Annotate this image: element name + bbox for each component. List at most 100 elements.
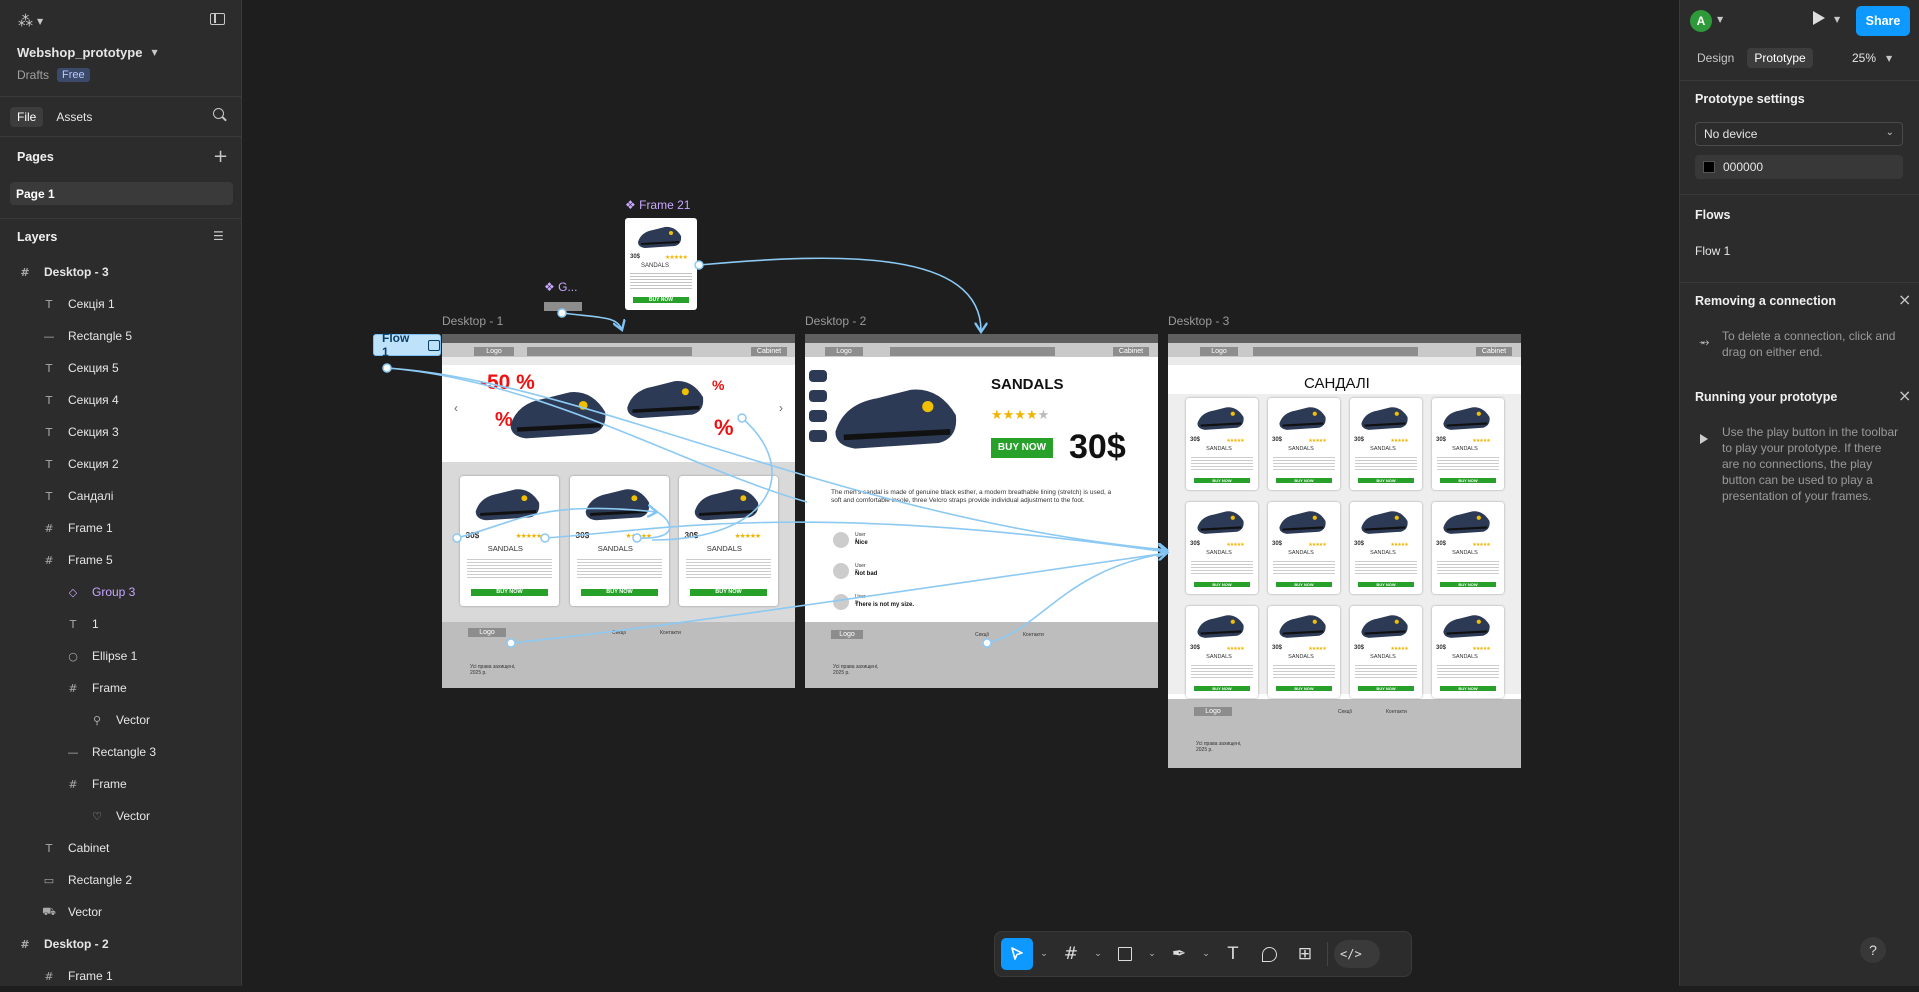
layer-item[interactable]: # Desktop - 3 — [0, 256, 241, 288]
footer-logo[interactable]: Logo — [1194, 707, 1232, 716]
cabinet-button[interactable]: Cabinet — [1476, 347, 1512, 356]
text-tool[interactable]: T — [1217, 938, 1249, 970]
actions-tool[interactable]: ⊞ — [1289, 938, 1321, 970]
layer-item[interactable]: # Frame — [0, 672, 241, 704]
product-card[interactable]: 30$ ★★★★★ SANDALS BUY NOW — [1350, 502, 1422, 594]
frame-21[interactable]: 30$ ★★★★★ SANDALS BUY NOW — [625, 218, 697, 310]
page-item-page-1[interactable]: Page 1 — [10, 182, 233, 205]
product-card[interactable]: 30$ ★★★★★ SANDALS BUY NOW — [1186, 398, 1258, 490]
buy-now-button[interactable]: BUY NOW — [1194, 686, 1250, 692]
chevron-down-icon[interactable]: ⌄ — [1037, 938, 1051, 970]
collapse-layers-button[interactable]: ☰ — [213, 229, 224, 243]
product-card[interactable]: 30$ ★★★★★ SANDALS BUY NOW — [1268, 502, 1340, 594]
tab-assets[interactable]: Assets — [49, 107, 99, 127]
thumbnail-strip[interactable] — [809, 370, 827, 460]
desktop-1-frame[interactable]: Logo Cabinet -50 % % % % ‹ › Logo Усі пр… — [442, 334, 795, 688]
layer-item[interactable]: # Frame 1 — [0, 960, 241, 992]
close-icon[interactable]: × — [1898, 386, 1911, 405]
logo[interactable]: Logo — [474, 347, 514, 356]
layer-item[interactable]: ♡ Vector — [0, 800, 241, 832]
chevron-right-icon[interactable]: › — [779, 401, 783, 415]
product-card[interactable]: 30$ ★★★★★ SANDALS BUY NOW — [1268, 398, 1340, 490]
color-hex[interactable]: 000000 — [1723, 160, 1763, 174]
buy-now-button[interactable]: BUY NOW — [1358, 582, 1414, 588]
layer-item[interactable]: # Frame 1 — [0, 512, 241, 544]
product-card[interactable]: 30$ ★★★★★ SANDALS BUY NOW — [679, 476, 778, 606]
layer-item[interactable]: T Секция 5 — [0, 352, 241, 384]
layer-item[interactable]: T Cabinet — [0, 832, 241, 864]
buy-now-button[interactable]: BUY NOW — [1440, 686, 1496, 692]
flow-item[interactable]: Flow 1 — [1695, 244, 1730, 258]
tab-file[interactable]: File — [10, 107, 44, 127]
layer-item[interactable]: ○ Ellipse 1 — [0, 640, 241, 672]
product-card[interactable]: 30$ ★★★★★ SANDALS BUY NOW — [460, 476, 559, 606]
buy-now-button[interactable]: BUY NOW — [1194, 582, 1250, 588]
file-name[interactable]: Webshop_prototype ▼ — [17, 45, 158, 60]
buy-now-button[interactable]: BUY NOW — [991, 438, 1053, 458]
buy-now-button[interactable]: BUY NOW — [690, 589, 767, 596]
layer-item[interactable]: T Секция 3 — [0, 416, 241, 448]
play-icon[interactable] — [1813, 11, 1825, 25]
desktop3-label[interactable]: Desktop - 3 — [1168, 314, 1229, 328]
desktop2-label[interactable]: Desktop - 2 — [805, 314, 866, 328]
product-card[interactable]: 30$ ★★★★★ SANDALS BUY NOW — [1432, 502, 1504, 594]
layer-item[interactable]: T1 — [0, 608, 241, 640]
flow-start-badge[interactable]: Flow 1 — [373, 331, 441, 359]
chevron-down-icon[interactable]: ▼ — [1717, 15, 1723, 24]
buy-now-button[interactable]: BUY NOW — [581, 589, 658, 596]
chevron-left-icon[interactable]: ‹ — [454, 401, 458, 415]
desktop-2-frame[interactable]: Logo Cabinet SANDALS ★★★★★ BUY NOW 30$ T… — [805, 334, 1158, 688]
layer-item[interactable]: — Rectangle 3 — [0, 736, 241, 768]
product-card[interactable]: 30$ ★★★★★ SANDALS BUY NOW — [1350, 606, 1422, 698]
device-select[interactable]: No device ⌄ — [1695, 122, 1903, 146]
move-tool[interactable] — [1001, 938, 1033, 970]
layer-item[interactable]: ◇ Group 3 — [0, 576, 241, 608]
footer-logo[interactable]: Logo — [468, 628, 506, 637]
layer-item[interactable]: T Секция 2 — [0, 448, 241, 480]
group-logo-shape[interactable] — [544, 302, 582, 311]
buy-now-button[interactable]: BUY NOW — [1358, 686, 1414, 692]
chevron-down-icon[interactable]: ⌄ — [1145, 938, 1159, 970]
buy-now-button[interactable]: BUY NOW — [1276, 582, 1332, 588]
buy-now-button[interactable]: BUY NOW — [1440, 478, 1496, 484]
close-icon[interactable]: × — [1898, 290, 1911, 309]
buy-now-button[interactable]: BUY NOW — [633, 297, 689, 303]
add-page-button[interactable]: + — [213, 146, 228, 167]
zoom-control[interactable]: 25% ▼ — [1852, 51, 1892, 65]
chevron-down-icon[interactable]: ⌄ — [1091, 938, 1105, 970]
dev-mode-toggle[interactable]: </> — [1334, 940, 1380, 968]
layer-item[interactable]: T Сандалі — [0, 480, 241, 512]
background-color-field[interactable]: 000000 — [1695, 155, 1903, 179]
tab-design[interactable]: Design — [1690, 48, 1741, 68]
pen-tool[interactable]: ✒ — [1163, 938, 1195, 970]
layer-item[interactable]: # Desktop - 2 — [0, 928, 241, 960]
tab-prototype[interactable]: Prototype — [1747, 48, 1813, 68]
footer-logo[interactable]: Logo — [831, 630, 863, 639]
logo[interactable]: Logo — [1200, 347, 1238, 356]
layer-item[interactable]: T Секция 4 — [0, 384, 241, 416]
chevron-down-icon[interactable]: ⌄ — [1199, 938, 1213, 970]
product-card[interactable]: 30$ ★★★★★ SANDALS BUY NOW — [1186, 502, 1258, 594]
product-card[interactable]: 30$ ★★★★★ SANDALS BUY NOW — [1350, 398, 1422, 490]
layer-item[interactable]: # Frame 5 — [0, 544, 241, 576]
color-swatch[interactable] — [1703, 161, 1715, 173]
product-card[interactable]: 30$ ★★★★★ SANDALS BUY NOW — [1268, 606, 1340, 698]
avatar[interactable]: A — [1690, 10, 1712, 32]
layer-item[interactable]: ⛟ Vector — [0, 896, 241, 928]
search-bar[interactable] — [890, 347, 1055, 356]
buy-now-button[interactable]: BUY NOW — [1276, 478, 1332, 484]
buy-now-button[interactable]: BUY NOW — [1276, 686, 1332, 692]
desktop1-label[interactable]: Desktop - 1 — [442, 314, 503, 328]
product-card[interactable]: 30$ ★★★★★ SANDALS BUY NOW — [1186, 606, 1258, 698]
layer-item[interactable]: # Frame — [0, 768, 241, 800]
frame21-label[interactable]: ❖ Frame 21 — [625, 198, 690, 212]
comment-tool[interactable] — [1253, 938, 1285, 970]
layer-item[interactable]: ⚲ Vector — [0, 704, 241, 736]
shape-tool[interactable] — [1109, 938, 1141, 970]
frame-tool[interactable]: # — [1055, 938, 1087, 970]
toggle-sidebar-button[interactable] — [210, 13, 225, 25]
cabinet-button[interactable]: Cabinet — [751, 347, 787, 356]
product-card[interactable]: 30$ ★★★★★ SANDALS BUY NOW — [570, 476, 669, 606]
help-button[interactable]: ? — [1860, 937, 1886, 963]
search-bar[interactable] — [1253, 347, 1418, 356]
